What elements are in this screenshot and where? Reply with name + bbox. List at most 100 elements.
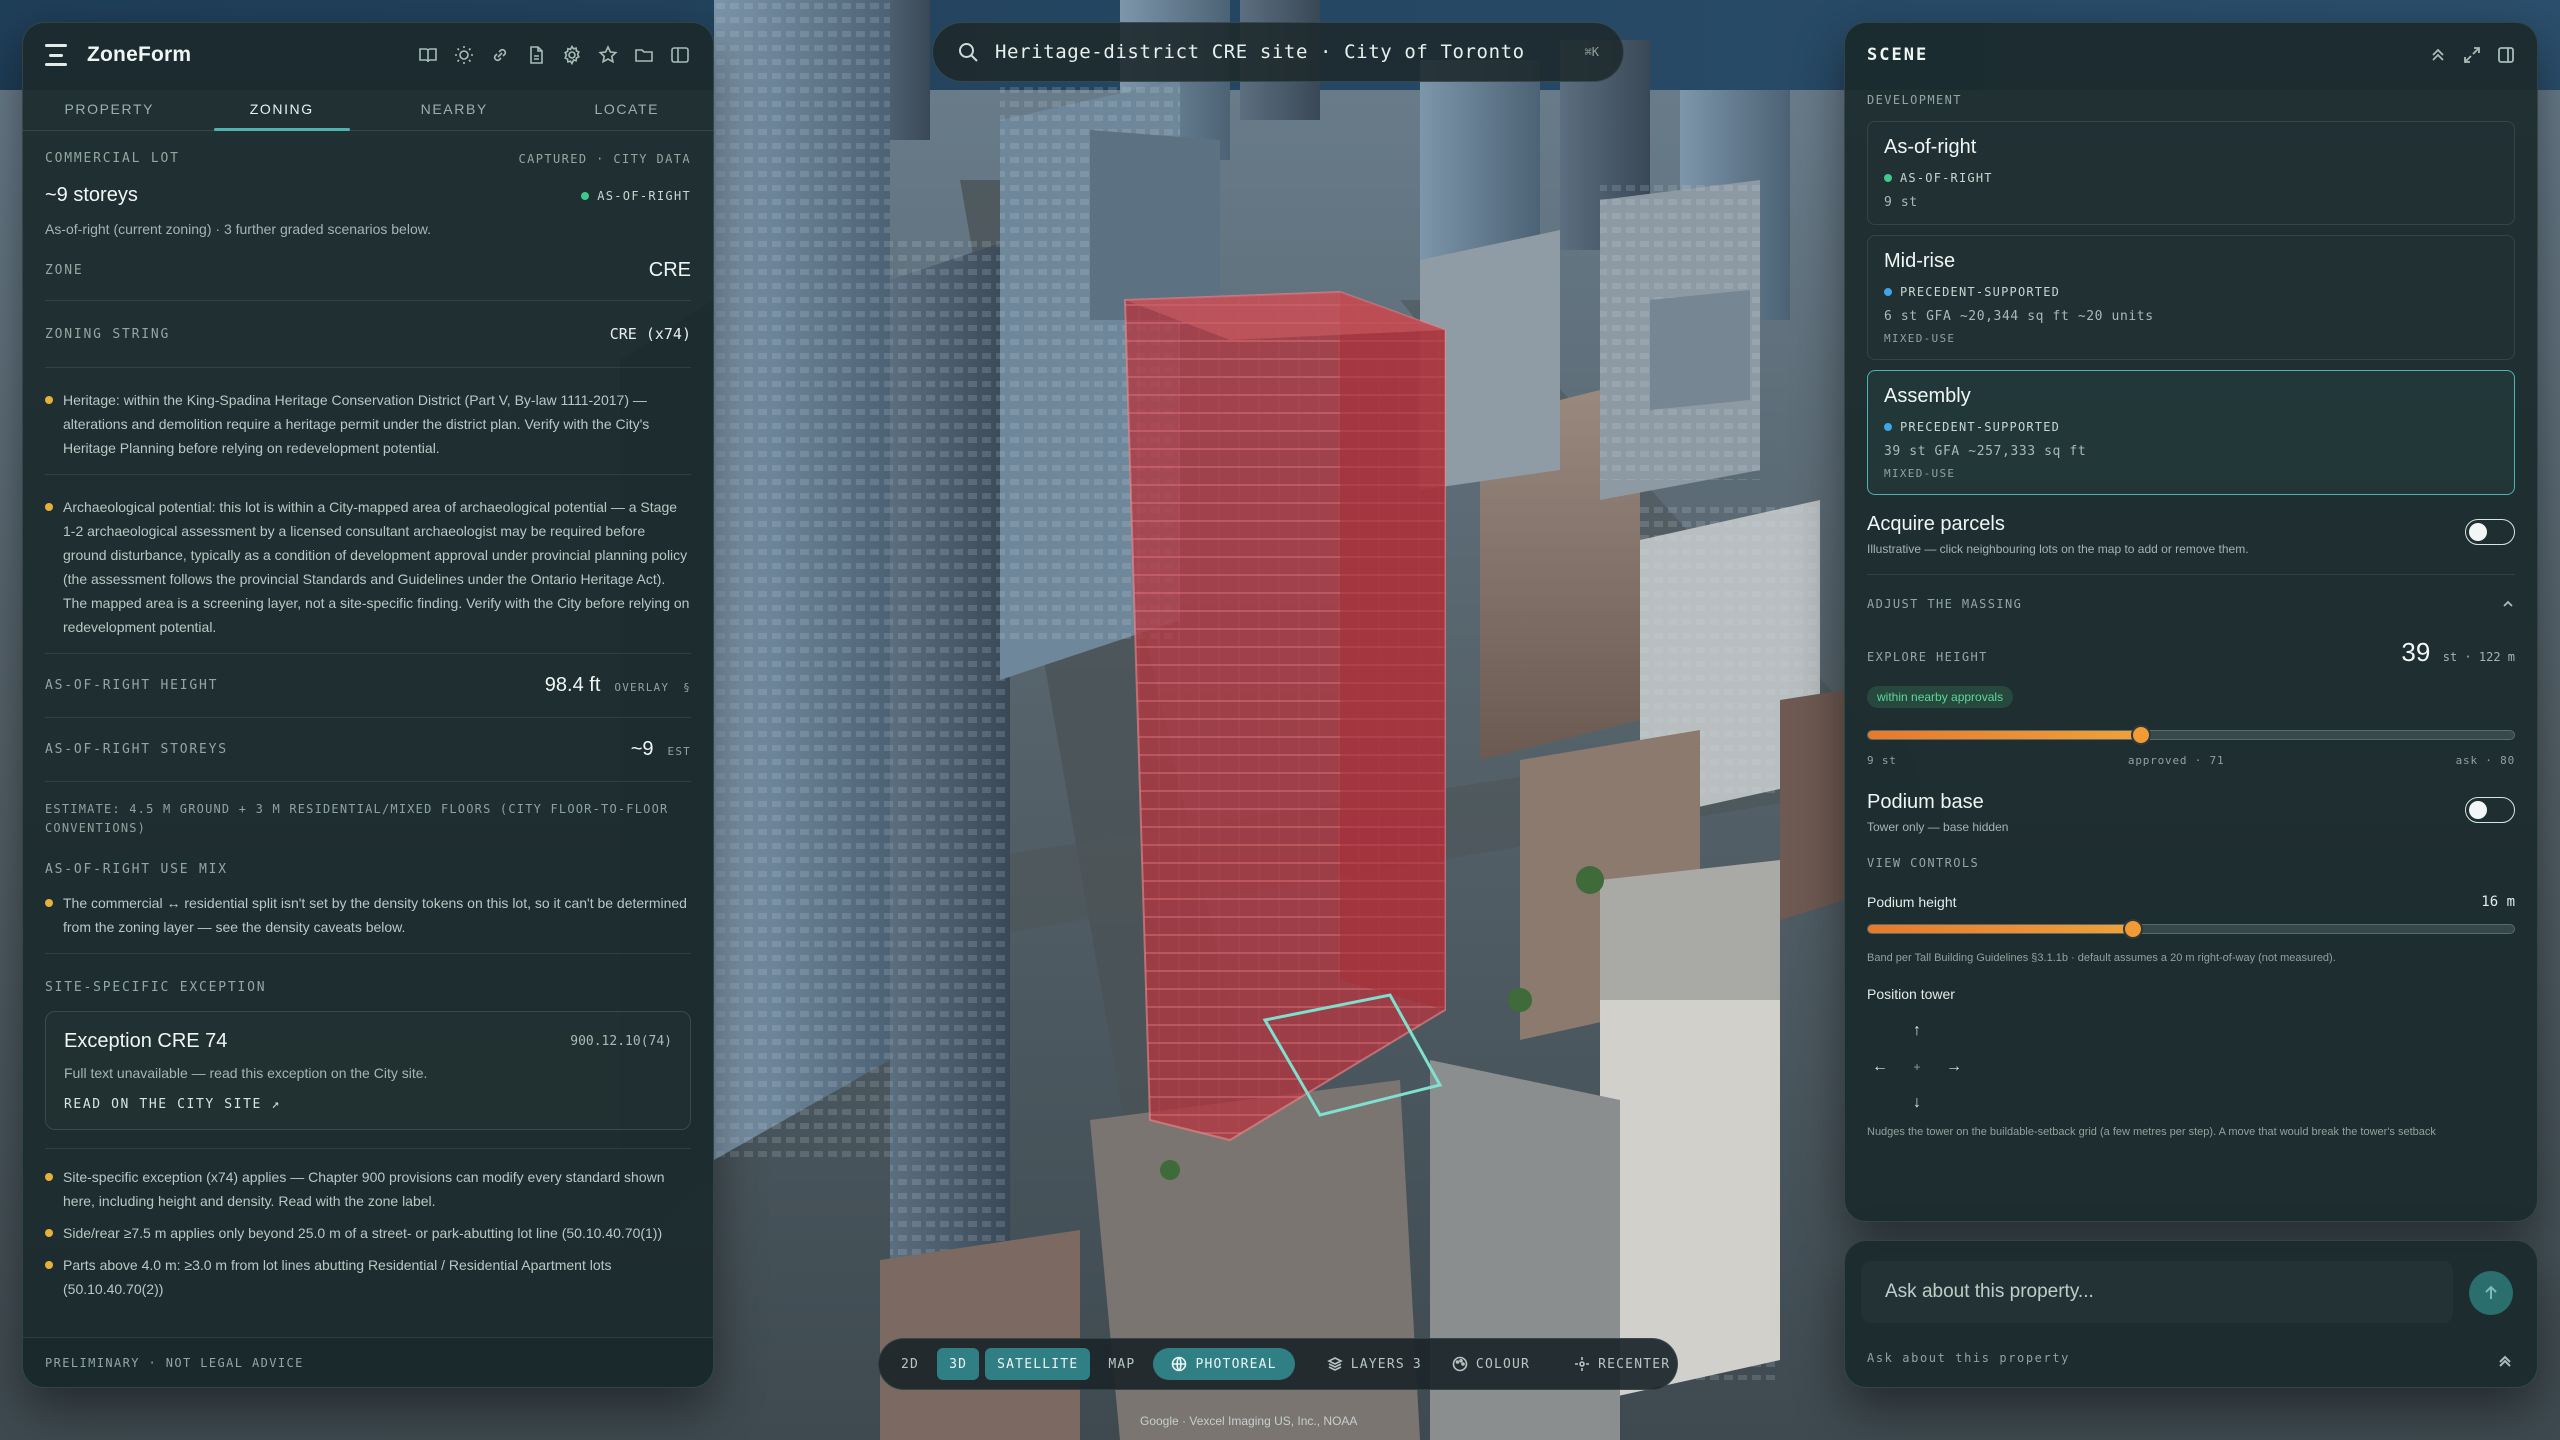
height-slider[interactable]: [1867, 725, 2515, 745]
scenario-card-mid-rise[interactable]: Mid-rise PRECEDENT-SUPPORTED 6 st GFA ~2…: [1867, 235, 2515, 360]
estimate-tag: EST: [667, 745, 691, 758]
podium-height-value: 16 m: [2481, 894, 2515, 910]
scenario-card-assembly[interactable]: Assembly PRECEDENT-SUPPORTED 39 st GFA ~…: [1867, 370, 2515, 495]
section-ref-link[interactable]: §: [683, 681, 691, 694]
warning-dot: [45, 899, 53, 907]
scene-content[interactable]: DEVELOPMENT As-of-right AS-OF-RIGHT 9 st…: [1845, 93, 2537, 1138]
podium-sub: Tower only — base hidden: [1867, 820, 2009, 834]
scene-panel: SCENE DEVELOPMENT As-of-right AS-OF-RIGH…: [1844, 22, 2538, 1222]
colour-button[interactable]: COLOUR: [1440, 1348, 1542, 1380]
nudge-down-button[interactable]: ↓: [1904, 1090, 1930, 1116]
gear-icon[interactable]: [561, 44, 583, 66]
layers-count: 3: [1412, 1356, 1422, 1372]
slider-handle[interactable]: [2122, 919, 2143, 939]
exception-card: Exception CRE 74 900.12.10(74) Full text…: [45, 1011, 691, 1130]
tab-zoning[interactable]: ZONING: [196, 87, 369, 131]
caveat-archaeology: Archaeological potential: this lot is wi…: [45, 495, 691, 639]
recenter-button[interactable]: RECENTER: [1562, 1348, 1682, 1380]
send-button[interactable]: [2469, 1271, 2513, 1315]
view-controls-label: VIEW CONTROLS: [1867, 856, 1980, 870]
satellite-button[interactable]: SATELLITE: [985, 1348, 1091, 1380]
exception-note: Side/rear ≥7.5 m applies only beyond 25.…: [45, 1221, 691, 1245]
scenario-stats: 39 st GFA ~257,333 sq ft: [1884, 444, 2087, 459]
slider-handle[interactable]: [2130, 725, 2151, 745]
scene-header: SCENE: [1845, 23, 2537, 87]
menu-logo-icon[interactable]: [45, 44, 69, 66]
book-icon[interactable]: [417, 44, 439, 66]
acquire-parcels-toggle[interactable]: [2465, 519, 2515, 545]
zoning-string-label: ZONING STRING: [45, 326, 171, 342]
warning-dot: [45, 503, 53, 511]
tab-nearby[interactable]: NEARBY: [368, 87, 541, 130]
nudge-right-button[interactable]: →: [1941, 1054, 1967, 1080]
zoning-panel: ZoneForm PROPERTY ZONING NEARBY LOCATE C…: [22, 22, 714, 1388]
use-mix-label: AS-OF-RIGHT USE MIX: [45, 862, 228, 877]
sidebar-collapse-icon[interactable]: [669, 44, 691, 66]
podium-base-toggle[interactable]: [2465, 797, 2515, 823]
captured-label: CAPTURED · CITY DATA: [518, 151, 691, 166]
status-dot: [581, 191, 590, 200]
document-icon[interactable]: [525, 44, 547, 66]
massing-section-header[interactable]: ADJUST THE MASSING: [1867, 597, 2515, 611]
scenario-stats: 9 st: [1884, 195, 1918, 210]
expand-icon[interactable]: [2463, 46, 2481, 64]
zoning-content[interactable]: COMMERCIAL LOT CAPTURED · CITY DATA ~9 s…: [23, 131, 713, 1345]
chevron-up-icon[interactable]: [2501, 597, 2515, 611]
palette-icon: [1452, 1356, 1468, 1372]
scenario-use: MIXED-USE: [1884, 467, 1956, 480]
map-attribution: Google · Vexcel Imaging US, Inc., NOAA: [1140, 1414, 1358, 1428]
layers-button[interactable]: LAYERS 3: [1315, 1348, 1434, 1380]
zone-row: ZONE CRE: [45, 241, 691, 301]
acquire-parcels-row: Acquire parcels Illustrative — click nei…: [1867, 513, 2515, 556]
map-button[interactable]: MAP: [1096, 1348, 1147, 1380]
aor-storeys-row: AS-OF-RIGHT STOREYS ~9 EST: [45, 718, 691, 782]
read-on-city-site-link[interactable]: READ ON THE CITY SITE ↗: [64, 1097, 281, 1112]
view-2d-button[interactable]: 2D: [889, 1348, 931, 1380]
divider: [45, 1148, 691, 1149]
exception-notes: Site-specific exception (x74) applies — …: [45, 1165, 691, 1301]
explore-height-value: 39: [2401, 637, 2431, 667]
acquire-title: Acquire parcels: [1867, 513, 2005, 535]
approval-chip: within nearby approvals: [1867, 686, 2014, 708]
scenario-title: Assembly: [1884, 385, 1971, 407]
nudge-note: Nudges the tower on the buildable-setbac…: [1867, 1126, 2436, 1138]
chevron-up-icon[interactable]: [2497, 1353, 2513, 1369]
panel-footer: PRELIMINARY · NOT LEGAL ADVICE: [23, 1337, 713, 1387]
star-icon[interactable]: [597, 44, 619, 66]
warning-dot: [45, 1173, 53, 1181]
podium-height-slider[interactable]: [1867, 919, 2515, 939]
collapse-up-icon[interactable]: [2429, 46, 2447, 64]
caveat-list: Heritage: within the King-Spadina Herita…: [45, 388, 691, 639]
aor-height-row: AS-OF-RIGHT HEIGHT 98.4 ft OVERLAY §: [45, 654, 691, 718]
exception-note: Site-specific exception (x74) applies — …: [45, 1165, 691, 1213]
tab-property[interactable]: PROPERTY: [23, 87, 196, 130]
nudge-up-button[interactable]: ↑: [1904, 1018, 1930, 1044]
link-icon[interactable]: [489, 44, 511, 66]
layers-icon: [1326, 1357, 1343, 1371]
scenario-card-as-of-right[interactable]: As-of-right AS-OF-RIGHT 9 st: [1867, 121, 2515, 225]
scenario-badge: PRECEDENT-SUPPORTED: [1884, 285, 2498, 299]
sidebar-collapse-icon[interactable]: [2497, 46, 2515, 64]
height-scale: 9 st approved · 71 ask · 80: [1867, 754, 2515, 767]
view-3d-button[interactable]: 3D: [937, 1348, 980, 1380]
tab-locate[interactable]: LOCATE: [541, 87, 714, 130]
warning-dot: [45, 396, 53, 404]
podium-title: Podium base: [1867, 791, 1984, 813]
app-title: ZoneForm: [87, 43, 192, 66]
chat-input[interactable]: Ask about this property...: [1861, 1261, 2453, 1323]
divider: [45, 367, 691, 368]
search-query[interactable]: Heritage-district CRE site · City of Tor…: [995, 41, 1525, 63]
explore-height-label: EXPLORE HEIGHT: [1867, 650, 1988, 664]
status-dot: [1884, 288, 1892, 296]
nudge-left-button[interactable]: ←: [1867, 1054, 1893, 1080]
storeys-summary: ~9 storeys: [45, 184, 138, 206]
search-bar[interactable]: Heritage-district CRE site · City of Tor…: [932, 22, 1624, 82]
folder-icon[interactable]: [633, 44, 655, 66]
development-label: DEVELOPMENT: [1867, 93, 1962, 107]
podium-height-label: Podium height: [1867, 894, 1957, 910]
scenario-title: As-of-right: [1884, 136, 1977, 158]
aor-height-label: AS-OF-RIGHT HEIGHT: [45, 678, 219, 693]
photoreal-button[interactable]: PHOTOREAL: [1153, 1348, 1295, 1380]
chat-hint: Ask about this property: [1867, 1351, 2070, 1365]
sun-icon[interactable]: [453, 44, 475, 66]
